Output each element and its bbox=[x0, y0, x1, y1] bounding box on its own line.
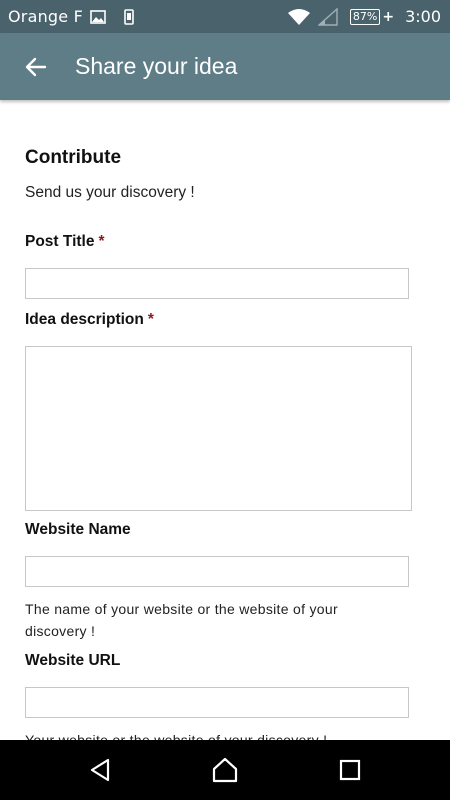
back-button[interactable] bbox=[10, 41, 62, 93]
charging-icon: + bbox=[382, 8, 395, 25]
home-icon bbox=[212, 757, 238, 783]
website-name-label: Website Name bbox=[25, 521, 131, 539]
status-bar-right: 87% + 3:00 bbox=[280, 7, 441, 26]
post-title-input[interactable] bbox=[25, 268, 409, 299]
website-url-help: Your website or the website of your disc… bbox=[25, 732, 328, 740]
nav-home-button[interactable] bbox=[195, 750, 255, 790]
website-url-label: Website URL bbox=[25, 652, 120, 670]
form-subtext: Send us your discovery ! bbox=[25, 184, 195, 201]
website-name-label-text: Website Name bbox=[25, 521, 131, 538]
arrow-left-icon bbox=[25, 57, 47, 76]
form-container[interactable]: Contribute Send us your discovery ! Post… bbox=[0, 101, 450, 740]
nav-recents-button[interactable] bbox=[320, 750, 380, 790]
idea-description-textarea[interactable] bbox=[25, 346, 412, 511]
website-url-label-text: Website URL bbox=[25, 652, 121, 669]
battery-level: 87% bbox=[349, 8, 381, 25]
recents-square-icon bbox=[339, 759, 361, 781]
navigation-bar bbox=[0, 740, 450, 800]
phone-vibrate-icon bbox=[122, 8, 136, 25]
status-bar-left: Orange F bbox=[8, 7, 136, 26]
clock: 3:00 bbox=[405, 7, 441, 26]
app-bar: Share your idea bbox=[0, 33, 450, 100]
wifi-icon bbox=[287, 8, 311, 26]
signal-icon bbox=[317, 7, 338, 26]
post-title-label-text: Post Title bbox=[25, 233, 95, 250]
back-triangle-icon bbox=[90, 758, 110, 782]
image-icon bbox=[90, 9, 106, 24]
nav-back-button[interactable] bbox=[70, 750, 130, 790]
website-url-input[interactable] bbox=[25, 687, 409, 718]
idea-description-label-text: Idea description bbox=[25, 311, 144, 328]
website-name-input[interactable] bbox=[25, 556, 409, 587]
battery-icon: 87% + bbox=[349, 8, 395, 25]
required-marker: * bbox=[147, 311, 154, 328]
form-heading: Contribute bbox=[25, 147, 122, 168]
idea-description-label: Idea description * bbox=[25, 311, 154, 329]
carrier-name: Orange F bbox=[8, 7, 84, 26]
page-title: Share your idea bbox=[75, 53, 238, 79]
post-title-label: Post Title * bbox=[25, 233, 105, 251]
website-name-help: The name of your website or the website … bbox=[25, 601, 338, 639]
status-bar: Orange F 87% + 3:00 bbox=[0, 0, 450, 33]
required-marker: * bbox=[98, 233, 105, 250]
